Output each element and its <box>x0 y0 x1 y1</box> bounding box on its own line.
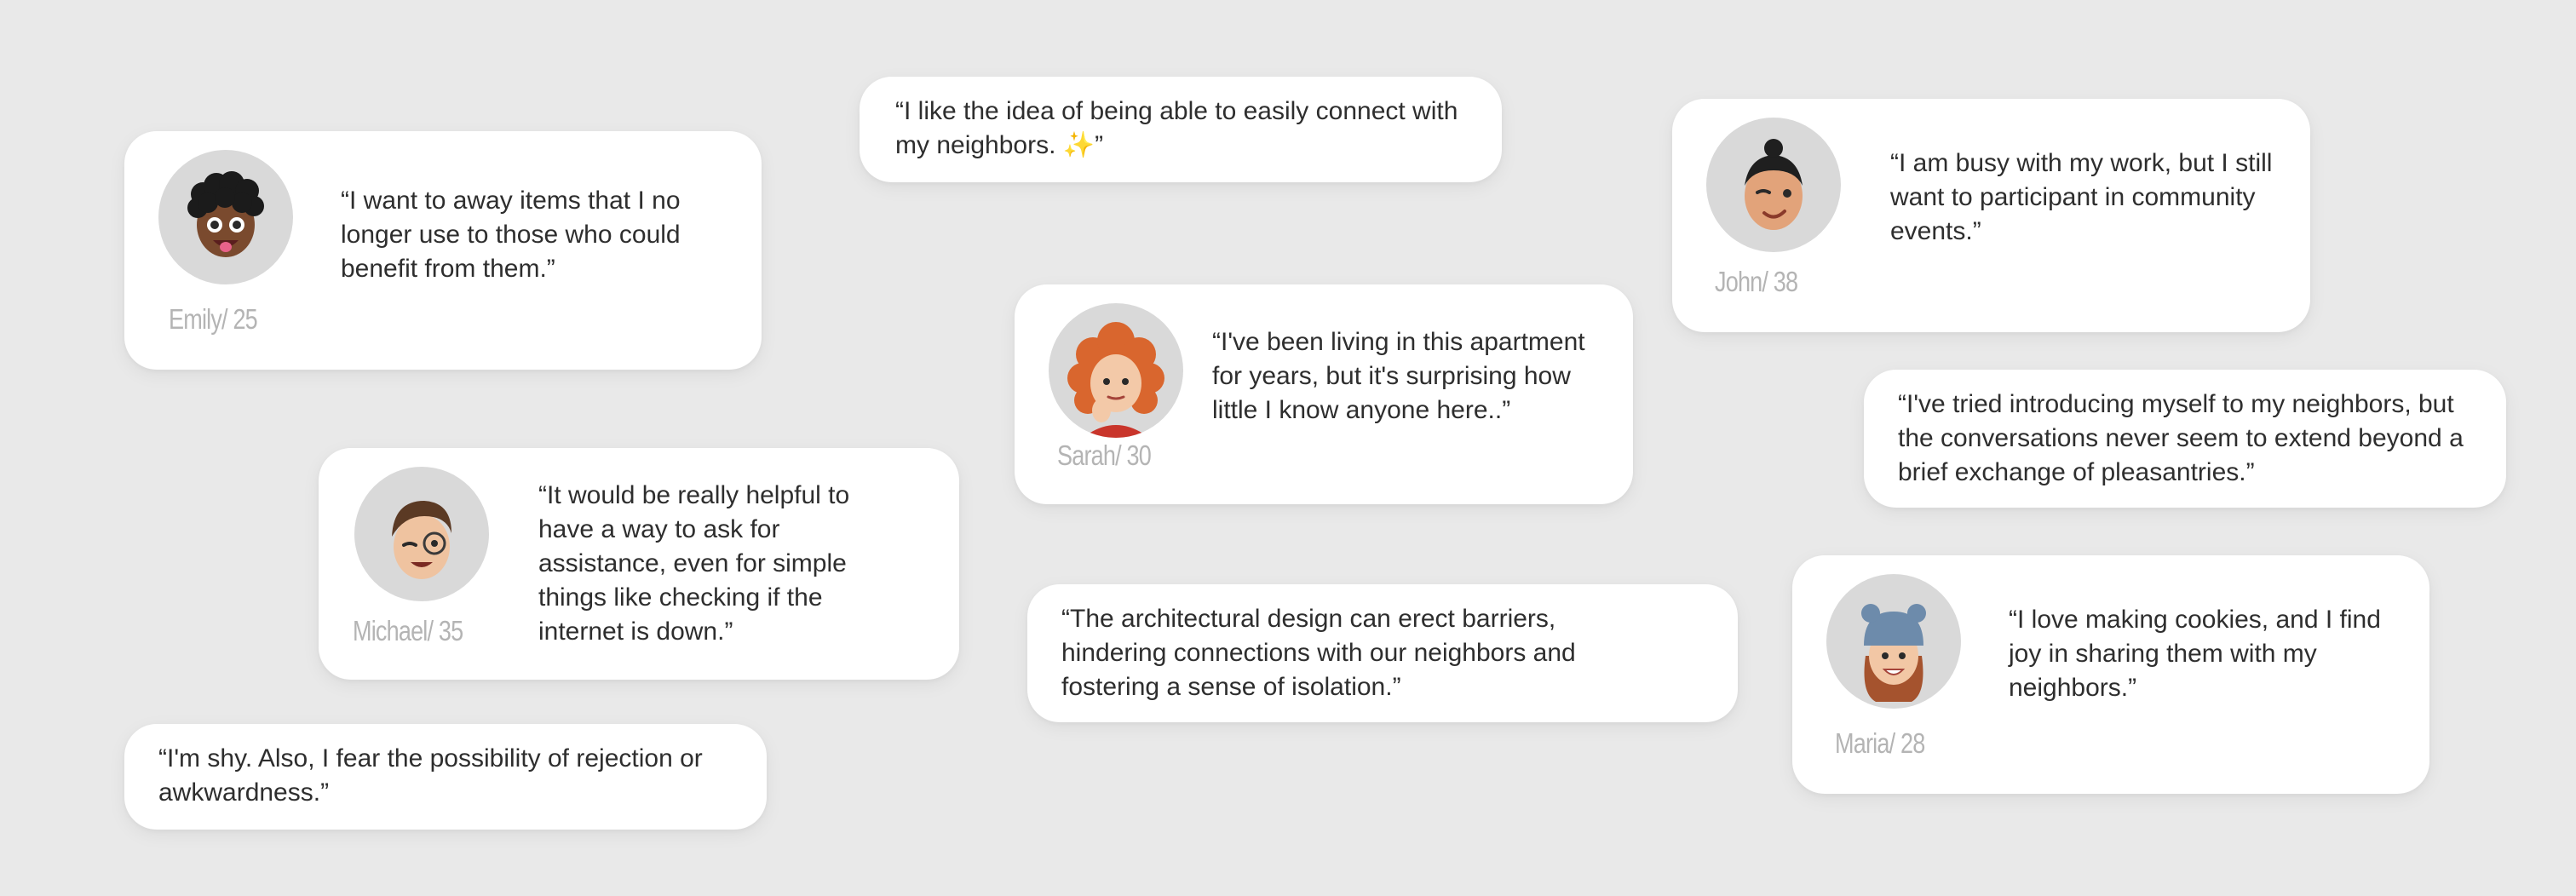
testimonial-quote: “I like the idea of being able to easily… <box>895 95 1483 163</box>
quote-text: “I like the idea of being able to easily… <box>895 97 1458 159</box>
michael-memoji-icon <box>354 467 489 601</box>
testimonial-quote: “I've been living in this apartment for … <box>1212 328 1585 424</box>
testimonial-card-john: John/ 38 “I am busy with my work, but I … <box>1672 99 2310 332</box>
testimonial-card-neighbors-connect: “I like the idea of being able to easily… <box>860 77 1502 182</box>
testimonial-name: John/ 38 <box>1715 266 1798 297</box>
testimonial-name: Michael/ 35 <box>353 615 463 646</box>
testimonial-quote: “It would be really helpful to have a wa… <box>538 481 850 646</box>
testimonial-name: Sarah/ 30 <box>1057 439 1152 471</box>
testimonial-quote: “I'm shy. Also, I fear the possibility o… <box>158 744 703 807</box>
quote-close: ” <box>1095 131 1104 159</box>
testimonial-quote: “I want to away items that I no longer u… <box>341 187 681 283</box>
john-memoji-icon <box>1706 118 1841 252</box>
testimonial-card-emily: Emily/ 25 “I want to away items that I n… <box>124 131 762 370</box>
testimonial-quote: “I am busy with my work, but I still wan… <box>1890 149 2273 245</box>
maria-memoji-icon <box>1826 574 1961 709</box>
testimonial-card-shy: “I'm shy. Also, I fear the possibility o… <box>124 724 767 830</box>
testimonial-name: Emily/ 25 <box>169 303 258 335</box>
testimonial-quote: “The architectural design can erect barr… <box>1061 605 1576 701</box>
testimonial-card-architecture: “The architectural design can erect barr… <box>1027 584 1738 722</box>
testimonial-card-introductions: “I've tried introducing myself to my nei… <box>1864 370 2506 508</box>
testimonial-card-maria: Maria/ 28 “I love making cookies, and I … <box>1792 555 2429 794</box>
testimonial-card-sarah: Sarah/ 30 “I've been living in this apar… <box>1015 284 1633 504</box>
testimonial-name: Maria/ 28 <box>1835 727 1925 759</box>
testimonial-quote: “I've tried introducing myself to my nei… <box>1898 390 2464 486</box>
emily-memoji-icon <box>158 150 293 284</box>
sparkles-icon: ✨ <box>1062 131 1095 159</box>
sarah-memoji-icon <box>1049 303 1183 438</box>
testimonial-quote: “I love making cookies, and I find joy i… <box>2009 606 2381 702</box>
testimonial-card-michael: Michael/ 35 “It would be really helpful … <box>319 448 959 680</box>
